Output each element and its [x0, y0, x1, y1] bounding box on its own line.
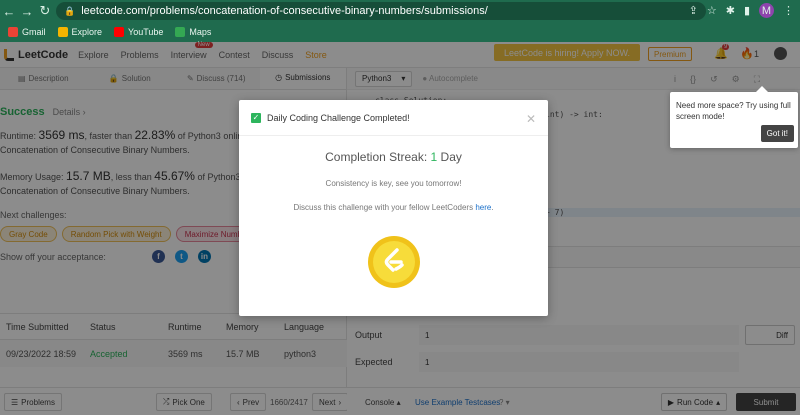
star-icon[interactable]: ☆ [707, 4, 717, 17]
browser-chrome: ← → ↻ 🔒 leetcode.com/problems/concatenat… [0, 0, 800, 42]
close-icon[interactable]: ✕ [526, 112, 536, 126]
modal-title: Daily Coding Challenge Completed! [267, 112, 410, 123]
bookmark-maps[interactable]: Maps [175, 27, 211, 37]
completion-streak: Completion Streak: 1 Day [325, 150, 462, 164]
maps-icon [175, 27, 186, 37]
bookmark-youtube[interactable]: YouTube [114, 27, 163, 37]
lock-icon: 🔒 [64, 5, 76, 16]
discuss-text: Discuss this challenge with your fellow … [293, 203, 494, 212]
bookmarks-bar: Gmail Explore YouTube Maps [0, 22, 800, 42]
sidebar-icon[interactable]: ▮ [744, 4, 750, 17]
forward-arrow-icon[interactable]: → [18, 4, 36, 19]
back-arrow-icon[interactable]: ← [0, 4, 18, 19]
menu-icon[interactable]: ⋮ [783, 4, 794, 17]
fullscreen-tooltip: Need more space? Try using full screen m… [670, 86, 798, 148]
gmail-icon [8, 27, 18, 37]
leetcoin-icon [368, 236, 420, 288]
tooltip-text: Need more space? Try using full screen m… [676, 101, 791, 121]
extensions-icon[interactable]: ✱ [726, 4, 735, 17]
browser-actions: ⇪ ☆ ✱ ▮ M ⋮ [689, 3, 794, 18]
explore-icon [57, 27, 68, 37]
bookmark-gmail[interactable]: Gmail [8, 27, 46, 37]
address-bar[interactable]: 🔒 leetcode.com/problems/concatenation-of… [56, 2, 706, 20]
share-icon[interactable]: ⇪ [689, 4, 698, 17]
got-it-button[interactable]: Got it! [760, 125, 794, 142]
modal-header: ✓ Daily Coding Challenge Completed! [239, 100, 548, 136]
url-text: leetcode.com/problems/concatenation-of-c… [81, 5, 488, 17]
discuss-here-link[interactable]: here [475, 203, 491, 212]
reload-icon[interactable]: ↻ [36, 3, 54, 19]
youtube-icon [114, 27, 125, 37]
check-icon: ✓ [251, 112, 261, 123]
consistency-text: Consistency is key, see you tomorrow! [325, 179, 462, 188]
profile-avatar[interactable]: M [759, 3, 774, 18]
daily-challenge-modal: ✓ Daily Coding Challenge Completed! ✕ Co… [239, 100, 548, 316]
bookmark-explore[interactable]: Explore [57, 27, 102, 37]
